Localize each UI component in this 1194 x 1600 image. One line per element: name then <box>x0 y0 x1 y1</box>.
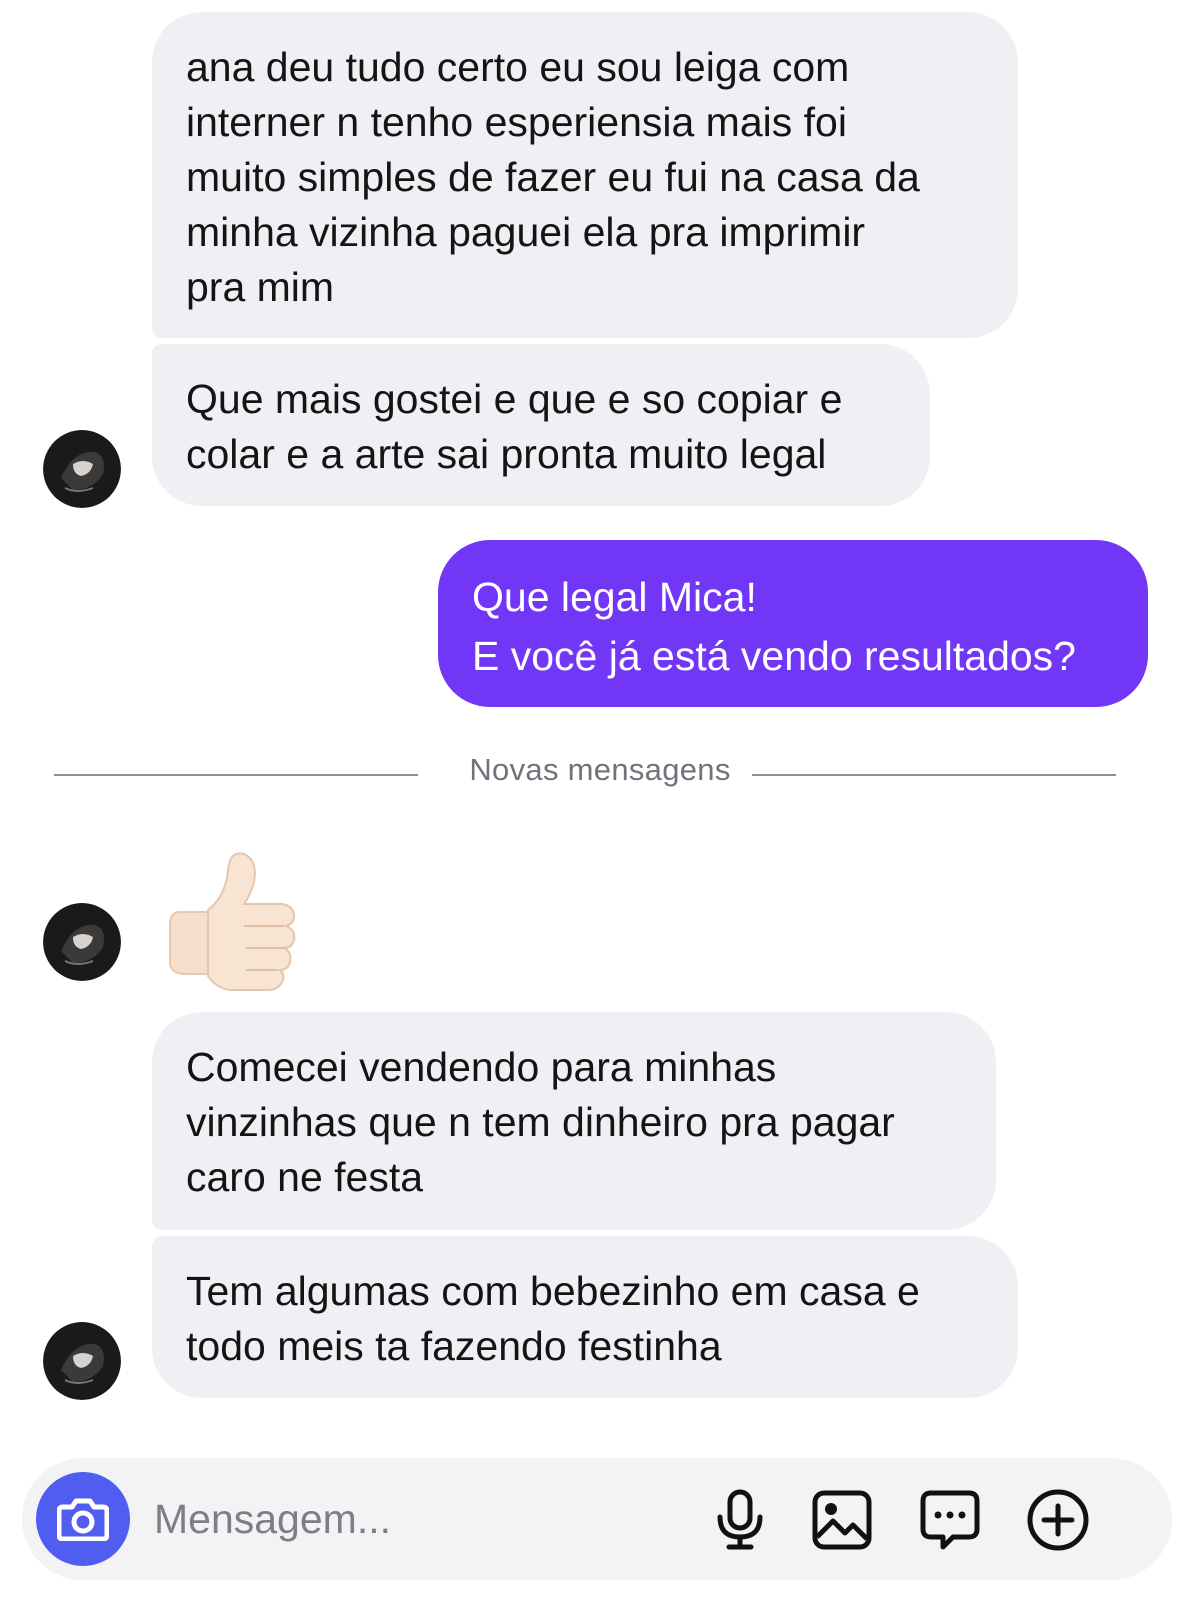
contact-avatar[interactable] <box>43 1322 121 1400</box>
gallery-button[interactable] <box>810 1488 874 1552</box>
divider-line-right <box>752 774 1116 776</box>
contact-avatar[interactable] <box>43 430 121 508</box>
camera-icon <box>57 1498 109 1541</box>
message-bubble-incoming[interactable]: Tem algumas com bebezinho em casa e todo… <box>152 1236 1018 1398</box>
image-icon <box>812 1490 872 1550</box>
message-bubble-incoming[interactable]: ana deu tudo certo eu sou leiga com inte… <box>152 12 1018 338</box>
message-input[interactable] <box>154 1488 674 1550</box>
message-composer <box>22 1458 1172 1580</box>
avatar-photo <box>43 903 121 981</box>
sticker-icon <box>920 1490 980 1550</box>
contact-avatar[interactable] <box>43 903 121 981</box>
camera-button[interactable] <box>36 1472 130 1566</box>
message-bubble-outgoing[interactable]: Que legal Mica! E você já está vendo res… <box>438 540 1148 707</box>
plus-circle-icon <box>1027 1489 1089 1551</box>
avatar-photo <box>43 1322 121 1400</box>
sticker-button[interactable] <box>918 1488 982 1552</box>
microphone-icon <box>717 1489 763 1550</box>
divider-line-left <box>54 774 418 776</box>
message-bubble-incoming[interactable]: Comecei vendendo para minhas vinzinhas q… <box>152 1012 996 1230</box>
new-messages-divider: Novas mensagens <box>469 752 731 787</box>
thumbs-up-icon[interactable] <box>160 850 310 1000</box>
message-bubble-incoming[interactable]: Que mais gostei e que e so copiar e cola… <box>152 344 930 506</box>
avatar-photo <box>43 430 121 508</box>
more-options-button[interactable] <box>1026 1488 1090 1552</box>
microphone-button[interactable] <box>708 1488 772 1552</box>
